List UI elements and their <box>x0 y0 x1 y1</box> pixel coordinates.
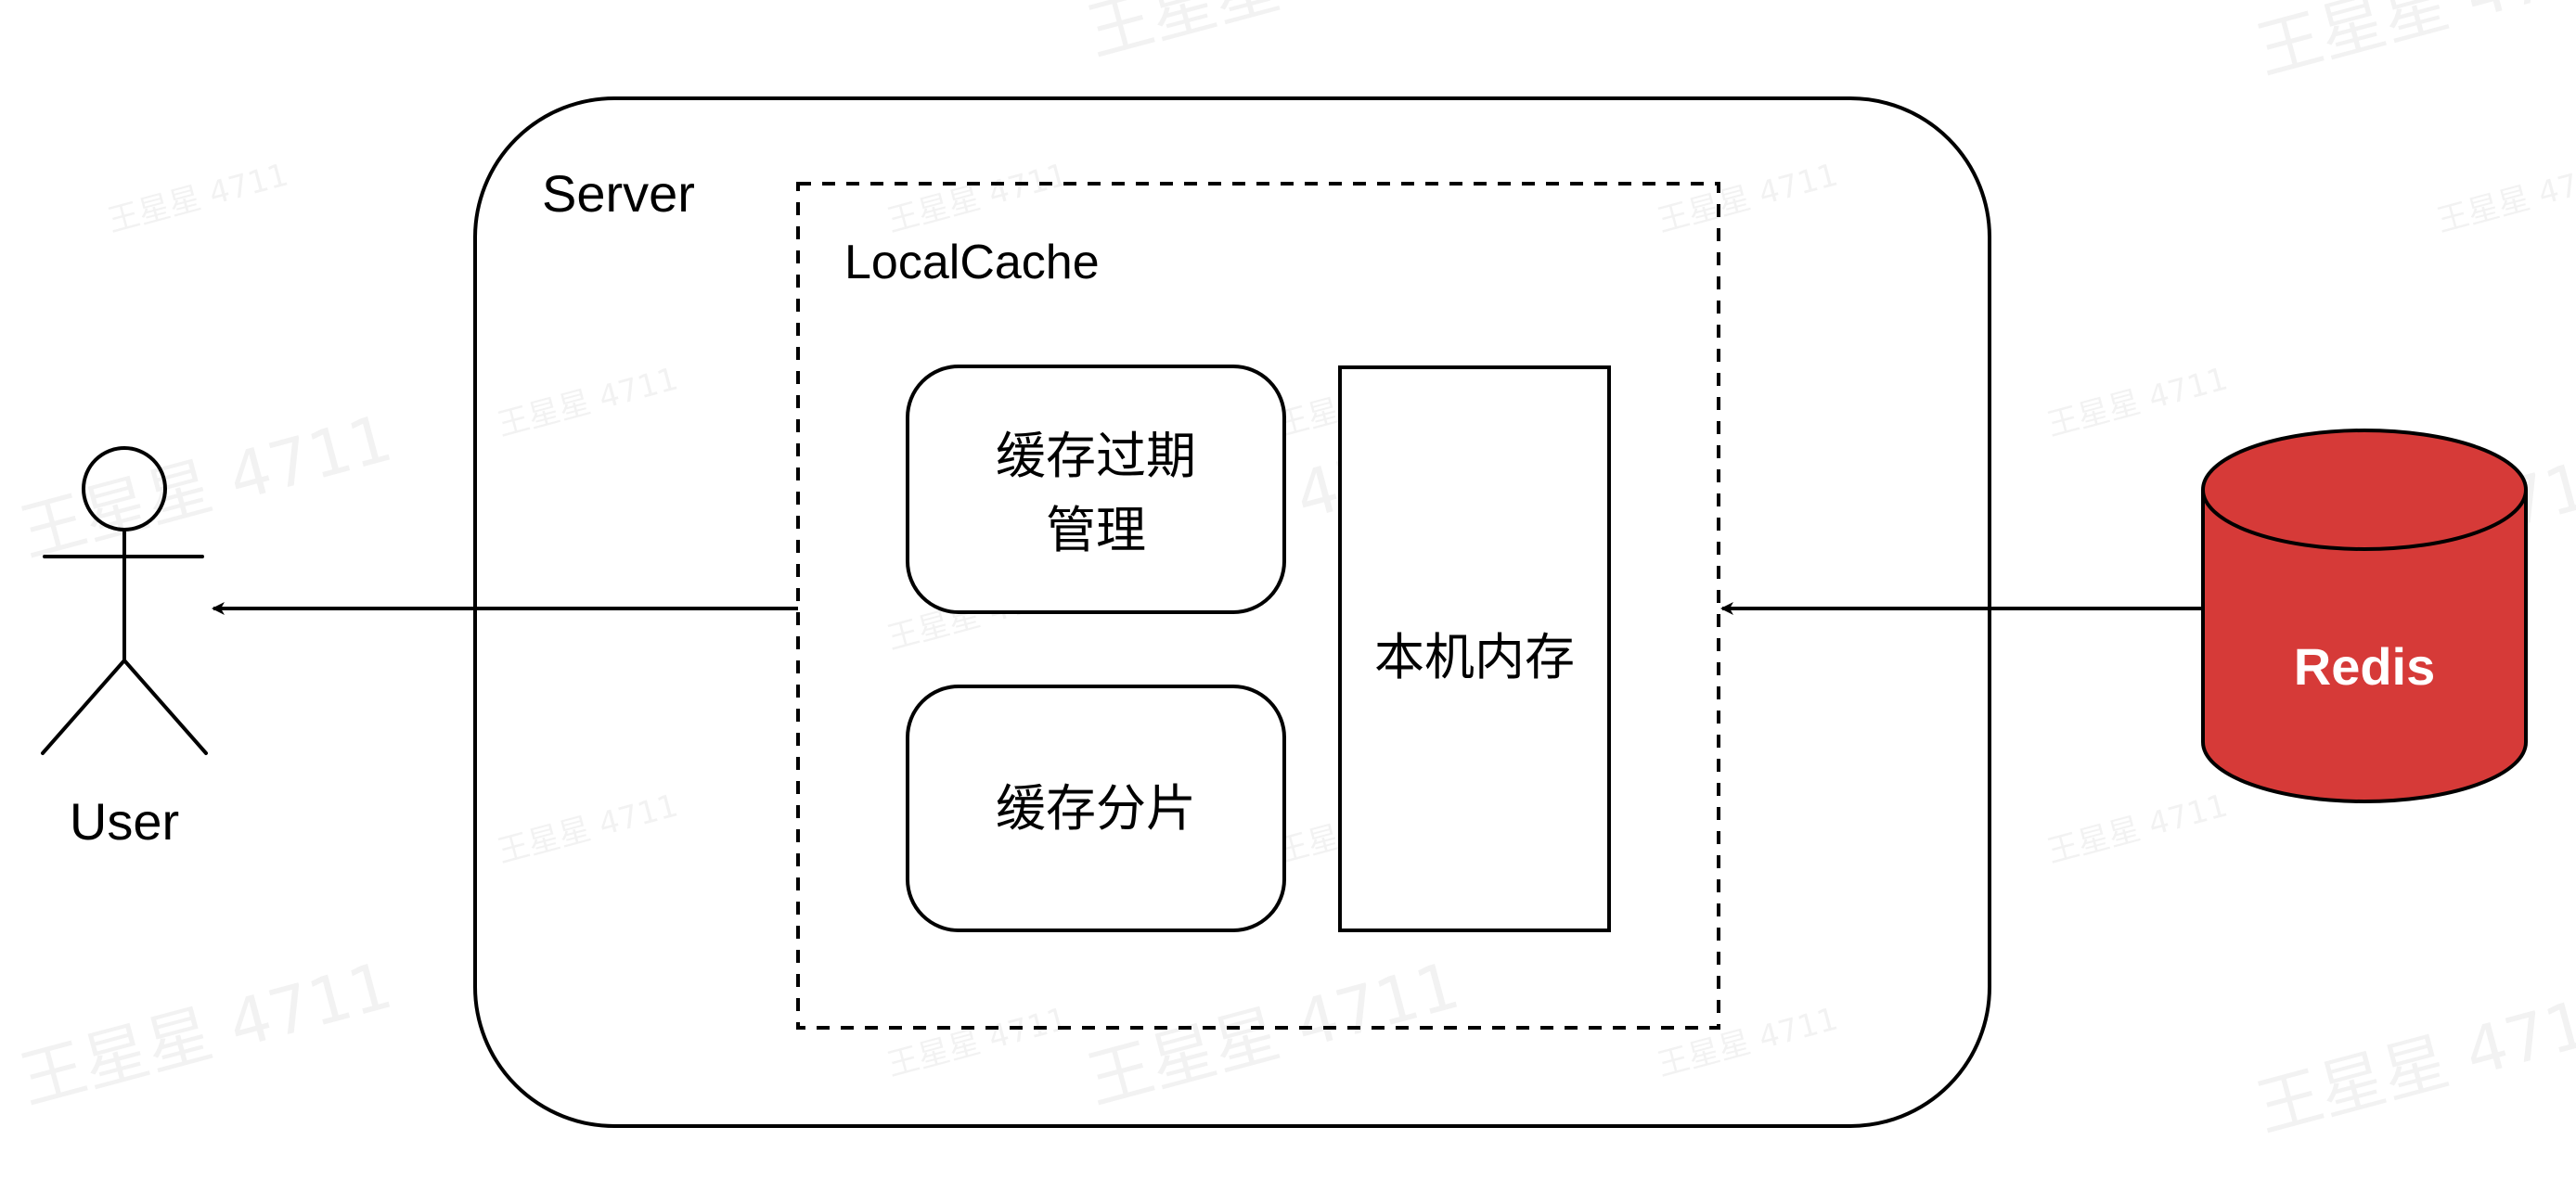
watermark-text: 王星星 4711 <box>1079 947 1467 1119</box>
cache-expiry-box <box>906 365 1286 614</box>
cache-expiry-label-line2: 管理 <box>1046 503 1146 558</box>
server-label: Server <box>542 164 695 223</box>
watermark-text: 王星星 4711 <box>494 787 682 870</box>
watermark-text: 王星星 4711 <box>2248 975 2576 1146</box>
user-label: User <box>70 792 179 851</box>
watermark-text: 王星星 4711 <box>1654 156 1842 239</box>
watermark-layer: 王星星 4711王星星 4711王星星 4711王星星 4711王星星 4711… <box>12 0 2576 1146</box>
watermark-text: 王星星 4711 <box>883 1000 1072 1083</box>
redis-label: Redis <box>2294 637 2436 696</box>
watermark-text: 王星星 4711 <box>2248 0 2576 89</box>
watermark-text: 王星星 4711 <box>494 360 682 443</box>
watermark-text: 王星星 4711 <box>1654 1000 1842 1083</box>
watermark-text: 王星星 4711 <box>12 400 400 571</box>
watermark-text: 王星星 4711 <box>12 947 400 1119</box>
cache-expiry-label-line1: 缓存过期 <box>996 429 1196 484</box>
diagram-canvas: 王星星 4711王星星 4711王星星 4711王星星 4711王星星 4711… <box>12 0 2576 1146</box>
watermark-text: 王星星 4711 <box>104 156 292 239</box>
redis-database-icon <box>2201 429 2528 803</box>
localcache-label: LocalCache <box>844 236 1100 289</box>
watermark-text: 王星星 4711 <box>2433 156 2576 239</box>
watermark-text: 王星星 4711 <box>2043 360 2232 443</box>
watermark-text: 王星星 4711 <box>883 156 1072 239</box>
local-memory-label: 本机内存 <box>1374 630 1575 685</box>
watermark-text: 王星星 4711 <box>2043 787 2232 870</box>
cache-shard-label: 缓存分片 <box>996 781 1196 837</box>
watermark-text: 王星星 4711 <box>1079 0 1467 70</box>
